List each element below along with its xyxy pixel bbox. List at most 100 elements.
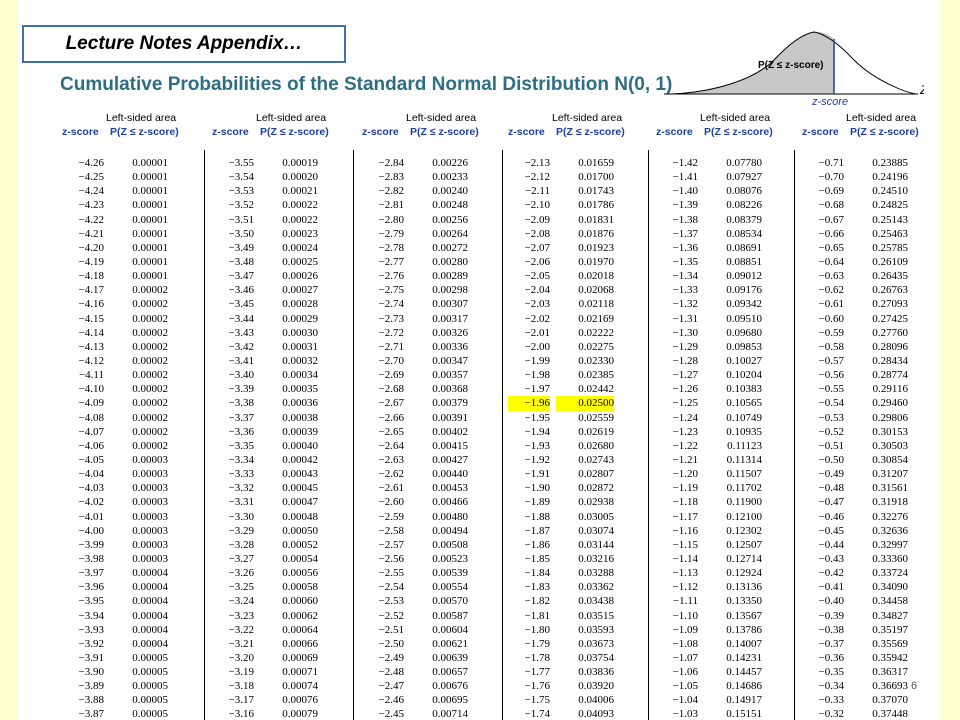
z-score-cell: −0.71 bbox=[818, 157, 844, 169]
z-score-cell: −1.07 bbox=[672, 651, 698, 664]
table-row: −1.20 0.11507 bbox=[656, 467, 806, 481]
z-score-cell: −2.68 bbox=[378, 383, 404, 396]
probability-cell: 0.01743 bbox=[578, 185, 614, 198]
table-row: −2.84 0.00226 bbox=[362, 156, 512, 170]
probability-cell: 0.00280 bbox=[432, 255, 468, 268]
table-row: −0.60 0.27425 bbox=[802, 312, 940, 326]
probability-cell: 0.00317 bbox=[432, 312, 468, 325]
probability-cell: 0.00029 bbox=[282, 312, 318, 325]
z-score-cell: −0.37 bbox=[818, 637, 844, 650]
z-score-cell: −4.25 bbox=[78, 171, 104, 184]
z-score-cell: −2.83 bbox=[378, 171, 404, 184]
z-score-cell: −3.25 bbox=[228, 581, 254, 594]
probability-cell: 0.00064 bbox=[282, 623, 318, 636]
table-row: −4.03 0.00003 bbox=[62, 481, 212, 495]
probability-cell: 0.09510 bbox=[726, 312, 762, 325]
z-score-cell: −1.11 bbox=[672, 595, 698, 608]
table-row: −1.36 0.08691 bbox=[656, 241, 806, 255]
z-score-cell: −3.90 bbox=[78, 666, 104, 679]
probability-cell: 0.00004 bbox=[132, 581, 168, 594]
probability-cell: 0.00071 bbox=[282, 666, 318, 679]
probability-cell: 0.01659 bbox=[578, 157, 614, 169]
probability-cell: 0.00025 bbox=[282, 255, 318, 268]
z-score-cell: −2.76 bbox=[378, 270, 404, 283]
z-score-cell: −1.08 bbox=[672, 637, 698, 650]
z-score-cell: −1.34 bbox=[672, 270, 698, 283]
table-row: −3.55 0.00019 bbox=[212, 156, 362, 170]
table-row: −1.82 0.03438 bbox=[508, 594, 658, 608]
z-score-cell: −1.92 bbox=[524, 453, 550, 466]
probability-cell: 0.03515 bbox=[578, 609, 614, 622]
probability-cell: 0.29116 bbox=[872, 383, 908, 396]
probability-cell: 0.00076 bbox=[282, 694, 318, 707]
probability-cell: 0.00272 bbox=[432, 241, 468, 254]
probability-cell: 0.09012 bbox=[726, 270, 762, 283]
z-score-cell: −1.89 bbox=[524, 496, 550, 509]
probability-cell: 0.36317 bbox=[872, 666, 908, 679]
z-score-cell: −2.09 bbox=[524, 213, 550, 226]
table-row: −2.46 0.00695 bbox=[362, 693, 512, 707]
table-row: −0.50 0.30854 bbox=[802, 453, 940, 467]
table-row: −1.84 0.03288 bbox=[508, 566, 658, 580]
probability-cell: 0.00001 bbox=[132, 255, 168, 268]
probability-cell: 0.00031 bbox=[282, 340, 318, 353]
table-row: −0.40 0.34458 bbox=[802, 594, 940, 608]
z-score-cell: −0.36 bbox=[818, 651, 844, 664]
table-row: −1.81 0.03515 bbox=[508, 609, 658, 623]
z-score-cell: −1.06 bbox=[672, 666, 698, 679]
z-score-cell: −3.18 bbox=[228, 680, 254, 693]
table-row: −2.69 0.00357 bbox=[362, 368, 512, 382]
column-divider bbox=[204, 150, 205, 720]
probability-cell: 0.00002 bbox=[132, 397, 168, 410]
probability-cell: 0.12302 bbox=[726, 524, 762, 537]
z-score-cell: −3.91 bbox=[78, 651, 104, 664]
table-row: −3.28 0.00052 bbox=[212, 538, 362, 552]
table-row: −1.83 0.03362 bbox=[508, 580, 658, 594]
probability-cell: 0.30153 bbox=[872, 425, 908, 438]
probability-cell: 0.00001 bbox=[132, 270, 168, 283]
table-row: −1.11 0.13350 bbox=[656, 594, 806, 608]
probability-cell: 0.32276 bbox=[872, 510, 908, 523]
table-row: −3.34 0.00042 bbox=[212, 453, 362, 467]
table-row: −3.37 0.00038 bbox=[212, 411, 362, 425]
z-score-cell: −2.53 bbox=[378, 595, 404, 608]
probability-cell: 0.00066 bbox=[282, 637, 318, 650]
z-score-cell: −4.22 bbox=[78, 213, 104, 226]
probability-cell: 0.02068 bbox=[578, 284, 614, 297]
z-score-cell: −2.47 bbox=[378, 680, 404, 693]
probability-cell: 0.00003 bbox=[132, 510, 168, 523]
table-row: −2.48 0.00657 bbox=[362, 665, 512, 679]
column-header-top: Left-sided area bbox=[552, 112, 623, 124]
z-score-cell: −0.50 bbox=[818, 453, 844, 466]
z-score-cell: −0.49 bbox=[818, 468, 844, 481]
probability-cell: 0.00001 bbox=[132, 157, 168, 169]
table-row: −4.01 0.00003 bbox=[62, 510, 212, 524]
table-row: −4.15 0.00002 bbox=[62, 312, 212, 326]
table-row: −1.78 0.03754 bbox=[508, 651, 658, 665]
probability-cell: 0.00347 bbox=[432, 354, 468, 367]
table-row: −0.37 0.35569 bbox=[802, 637, 940, 651]
z-score-cell: −2.03 bbox=[524, 298, 550, 311]
table-row: −1.90 0.02872 bbox=[508, 481, 658, 495]
table-row: −0.64 0.26109 bbox=[802, 255, 940, 269]
table-row: −0.68 0.24825 bbox=[802, 198, 940, 212]
probability-cell: 0.37070 bbox=[872, 694, 908, 707]
probability-cell: 0.00695 bbox=[432, 694, 468, 707]
probability-cell: 0.00032 bbox=[282, 354, 318, 367]
probability-cell: 0.02275 bbox=[578, 340, 614, 353]
probability-cell: 0.00027 bbox=[282, 284, 318, 297]
z-score-cell: −0.62 bbox=[818, 284, 844, 297]
z-score-cell: −4.26 bbox=[78, 157, 104, 169]
probability-cell: 0.00002 bbox=[132, 298, 168, 311]
table-row: −3.50 0.00023 bbox=[212, 227, 362, 241]
z-score-cell: −3.34 bbox=[228, 453, 254, 466]
table-row: −3.23 0.00062 bbox=[212, 609, 362, 623]
probability-cell: 0.02018 bbox=[578, 270, 614, 283]
table-row: −4.22 0.00001 bbox=[62, 213, 212, 227]
probability-cell: 0.00019 bbox=[282, 157, 318, 169]
probability-cell: 0.25143 bbox=[872, 213, 908, 226]
z-score-cell: −1.40 bbox=[672, 185, 698, 198]
table-row: −3.94 0.00004 bbox=[62, 609, 212, 623]
z-score-cell: −3.33 bbox=[228, 468, 254, 481]
z-score-cell: −2.08 bbox=[524, 227, 550, 240]
